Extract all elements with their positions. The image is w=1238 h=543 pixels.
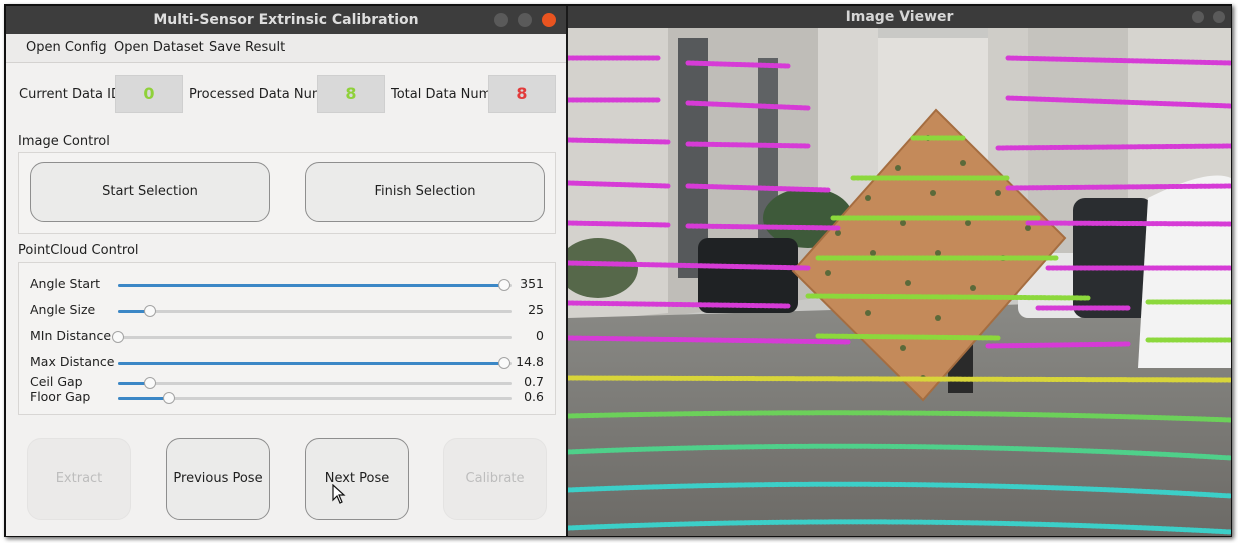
- image-viewer-titlebar: Image Viewer: [568, 6, 1231, 28]
- angle-size-value: 25: [528, 302, 544, 317]
- floor-gap-label: Floor Gap: [30, 389, 91, 404]
- max-distance-fill: [118, 362, 505, 365]
- window-titlebar: Multi-Sensor Extrinsic Calibration: [6, 6, 566, 34]
- close-button[interactable]: [542, 13, 556, 27]
- ceil-gap-label: Ceil Gap: [30, 374, 83, 389]
- current-data-id-value: 0: [115, 75, 183, 113]
- previous-pose-button[interactable]: Previous Pose: [166, 438, 270, 520]
- camera-image[interactable]: [568, 28, 1231, 536]
- angle-size-label: Angle Size: [30, 302, 96, 317]
- ceil-gap-value: 0.7: [524, 374, 544, 389]
- max-distance-label: Max Distance: [30, 354, 115, 369]
- maximize-button[interactable]: [518, 13, 532, 27]
- menu-open-dataset[interactable]: Open Dataset: [114, 34, 204, 62]
- ceil-gap-handle[interactable]: [143, 377, 156, 389]
- floor-gap-fill: [118, 397, 170, 400]
- processed-data-num-label: Processed Data Num: [189, 87, 325, 102]
- image-viewer-window: Image Viewer: [568, 6, 1231, 536]
- floor-gap-slider[interactable]: [118, 392, 512, 404]
- menu-save-result[interactable]: Save Result: [209, 34, 285, 62]
- pointcloud-control-heading: PointCloud Control: [18, 243, 139, 258]
- current-data-id-label: Current Data ID: [19, 87, 121, 102]
- image-control-heading: Image Control: [18, 134, 110, 149]
- viewer-maximize-button[interactable]: [1213, 11, 1225, 23]
- image-viewer-title: Image Viewer: [845, 9, 954, 25]
- angle-start-value: 351: [520, 276, 544, 291]
- min-distance-handle[interactable]: [112, 331, 124, 343]
- min-distance-slider[interactable]: [112, 331, 512, 343]
- next-pose-button[interactable]: Next Pose: [305, 438, 409, 520]
- minimize-button[interactable]: [494, 13, 508, 27]
- calibration-window: Multi-Sensor Extrinsic Calibration Open …: [6, 6, 566, 536]
- max-distance-handle[interactable]: [498, 357, 511, 369]
- extract-button[interactable]: Extract: [27, 438, 131, 520]
- floor-gap-value: 0.6: [524, 389, 544, 404]
- window-title: Multi-Sensor Extrinsic Calibration: [153, 12, 419, 28]
- angle-size-handle[interactable]: [143, 305, 156, 317]
- total-data-num-label: Total Data Num: [391, 87, 492, 102]
- parked-car-left: [698, 238, 798, 313]
- viewer-minimize-button[interactable]: [1192, 11, 1204, 23]
- angle-size-slider[interactable]: [118, 305, 512, 317]
- menu-bar: Open Config Open Dataset Save Result: [6, 34, 566, 63]
- finish-selection-button[interactable]: Finish Selection: [305, 162, 545, 222]
- angle-start-fill: [118, 284, 505, 287]
- mouse-cursor-icon: [332, 484, 346, 504]
- max-distance-value: 14.8: [516, 354, 544, 369]
- menu-open-config[interactable]: Open Config: [26, 34, 107, 62]
- processed-data-num-value: 8: [317, 75, 385, 113]
- max-distance-slider[interactable]: [118, 357, 512, 369]
- min-distance-value: 0: [536, 328, 544, 343]
- calibrate-button[interactable]: Calibrate: [443, 438, 547, 520]
- angle-start-label: Angle Start: [30, 276, 101, 291]
- total-data-num-value: 8: [488, 75, 556, 113]
- ceil-gap-slider[interactable]: [118, 377, 512, 389]
- start-selection-button[interactable]: Start Selection: [30, 162, 270, 222]
- angle-start-slider[interactable]: [118, 279, 512, 291]
- min-distance-label: MIn Distance: [30, 328, 112, 343]
- angle-start-handle[interactable]: [498, 279, 511, 291]
